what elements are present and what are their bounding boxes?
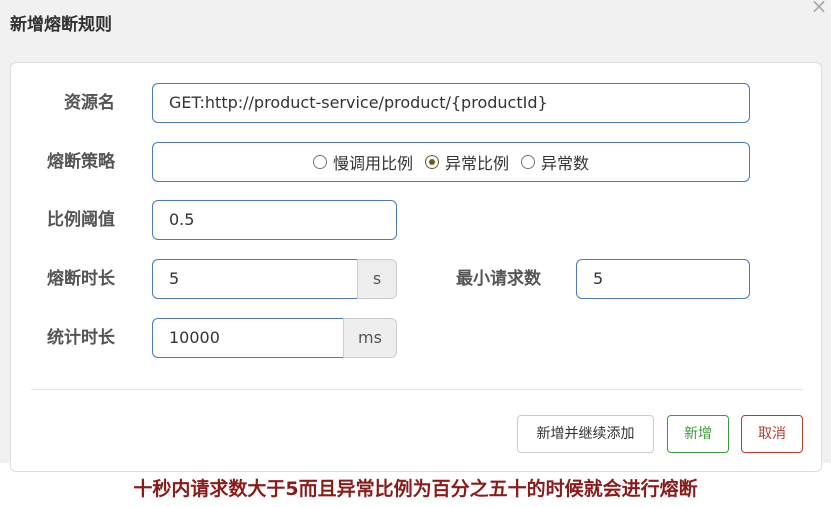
radio-unchecked-icon[interactable] [521,155,535,169]
caption-text: 十秒内请求数大于5而且异常比例为百分之五十的时候就会进行熔断 [133,478,698,500]
stat-duration-label: 统计时长 [47,328,115,348]
resource-input[interactable]: GET:http://product-service/product/{prod… [152,83,750,123]
strategy-option-label: 异常比例 [444,154,509,173]
strategy-option-exception-count[interactable]: 异常数 [521,150,589,174]
duration-input[interactable]: 5 [152,259,358,299]
strategy-option-exception-ratio[interactable]: 异常比例 [424,150,509,174]
strategy-option-slow-ratio[interactable]: 慢调用比例 [312,150,413,174]
stat-duration-input[interactable]: 10000 [152,318,344,358]
add-and-continue-button[interactable]: 新增并继续添加 [517,415,654,453]
min-requests-input[interactable]: 5 [576,259,750,299]
stat-duration-unit: ms [343,318,397,358]
add-button[interactable]: 新增 [667,415,729,453]
divider [31,389,803,390]
ratio-label: 比例阈值 [47,210,115,230]
cancel-button[interactable]: 取消 [741,415,803,453]
resource-label: 资源名 [64,93,115,113]
duration-unit: s [357,259,397,299]
dialog-title: 新增熔断规则 [10,15,112,35]
radio-unchecked-icon[interactable] [312,155,327,169]
min-requests-label: 最小请求数 [456,269,541,289]
ratio-input[interactable]: 0.5 [152,200,397,240]
form-panel: 资源名 GET:http://product-service/product/{… [10,62,822,472]
duration-label: 熔断时长 [47,269,115,289]
strategy-option-label: 异常数 [541,154,590,173]
strategy-label: 熔断策略 [47,152,115,172]
close-icon[interactable]: × [809,0,829,16]
strategy-radio-group: 慢调用比例 异常比例 异常数 [152,142,750,182]
radio-checked-icon[interactable] [424,155,439,169]
strategy-option-label: 慢调用比例 [332,154,413,173]
dialog: 新增熔断规则 × 资源名 GET:http://product-service/… [0,0,831,472]
